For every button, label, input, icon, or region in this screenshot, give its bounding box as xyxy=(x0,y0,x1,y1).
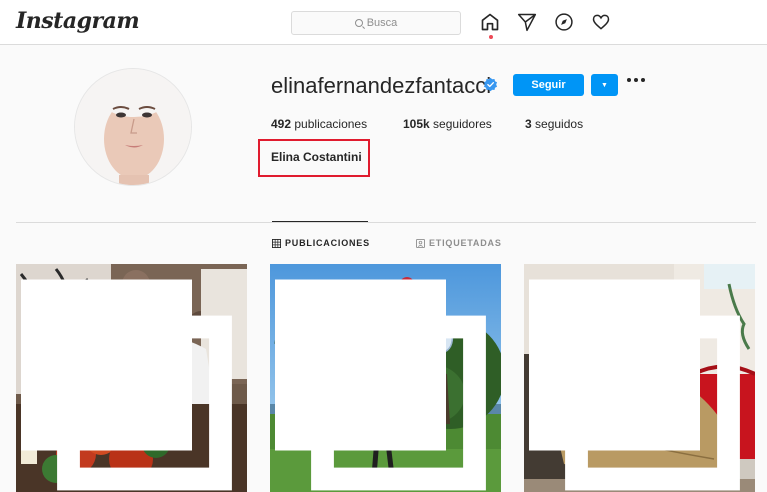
home-active-indicator xyxy=(489,35,493,39)
post-thumbnail-2[interactable]: 30 xyxy=(270,264,501,492)
search-placeholder: Busca xyxy=(366,17,398,29)
posts-count: 492 xyxy=(271,117,292,131)
posts-label: publicaciones xyxy=(294,117,368,131)
profile-username: elinafernandezfantacci xyxy=(271,73,492,98)
multiple-posts-icon xyxy=(21,279,232,491)
top-navigation-bar: Instagram Busca xyxy=(0,0,767,45)
post-thumbnail-1[interactable] xyxy=(16,264,247,492)
search-icon xyxy=(354,19,363,27)
following-count: 3 xyxy=(525,117,532,131)
followers-stat[interactable]: 105k seguidores xyxy=(403,117,492,131)
profile-full-name: Elina Costantini xyxy=(271,150,362,164)
profile-avatar[interactable] xyxy=(74,68,192,186)
follow-button[interactable]: Seguir xyxy=(513,74,584,96)
suggested-accounts-dropdown[interactable]: ▼ xyxy=(591,74,618,96)
posts-count-stat: 492 publicaciones xyxy=(271,117,367,131)
tabs-divider xyxy=(16,222,756,223)
following-label: seguidos xyxy=(535,117,584,131)
followers-label: seguidores xyxy=(433,117,492,131)
active-tab-indicator xyxy=(272,221,368,222)
verified-badge-icon xyxy=(483,77,498,92)
nav-icons xyxy=(480,12,611,32)
direct-icon[interactable] xyxy=(517,12,537,32)
tab-publicaciones[interactable]: PUBLICACIONES xyxy=(272,238,370,248)
avatar-image xyxy=(75,69,191,185)
tagged-icon xyxy=(416,238,425,248)
activity-icon[interactable] xyxy=(591,12,611,32)
instagram-logo[interactable]: Instagram xyxy=(16,8,140,34)
multiple-posts-icon xyxy=(275,279,486,491)
tab-label: ETIQUETADAS xyxy=(429,238,502,248)
explore-icon[interactable] xyxy=(554,12,574,32)
search-input[interactable]: Busca xyxy=(291,11,461,35)
post-thumbnail-3[interactable] xyxy=(524,264,755,492)
following-stat[interactable]: 3 seguidos xyxy=(525,117,583,131)
chevron-down-icon: ▼ xyxy=(601,81,608,89)
grid-icon xyxy=(272,238,281,248)
home-icon[interactable] xyxy=(480,12,500,32)
tab-label: PUBLICACIONES xyxy=(285,238,370,248)
tab-etiquetadas[interactable]: ETIQUETADAS xyxy=(416,238,502,248)
more-options-icon[interactable] xyxy=(627,78,645,82)
followers-count: 105k xyxy=(403,117,430,131)
multiple-posts-icon xyxy=(529,279,740,491)
